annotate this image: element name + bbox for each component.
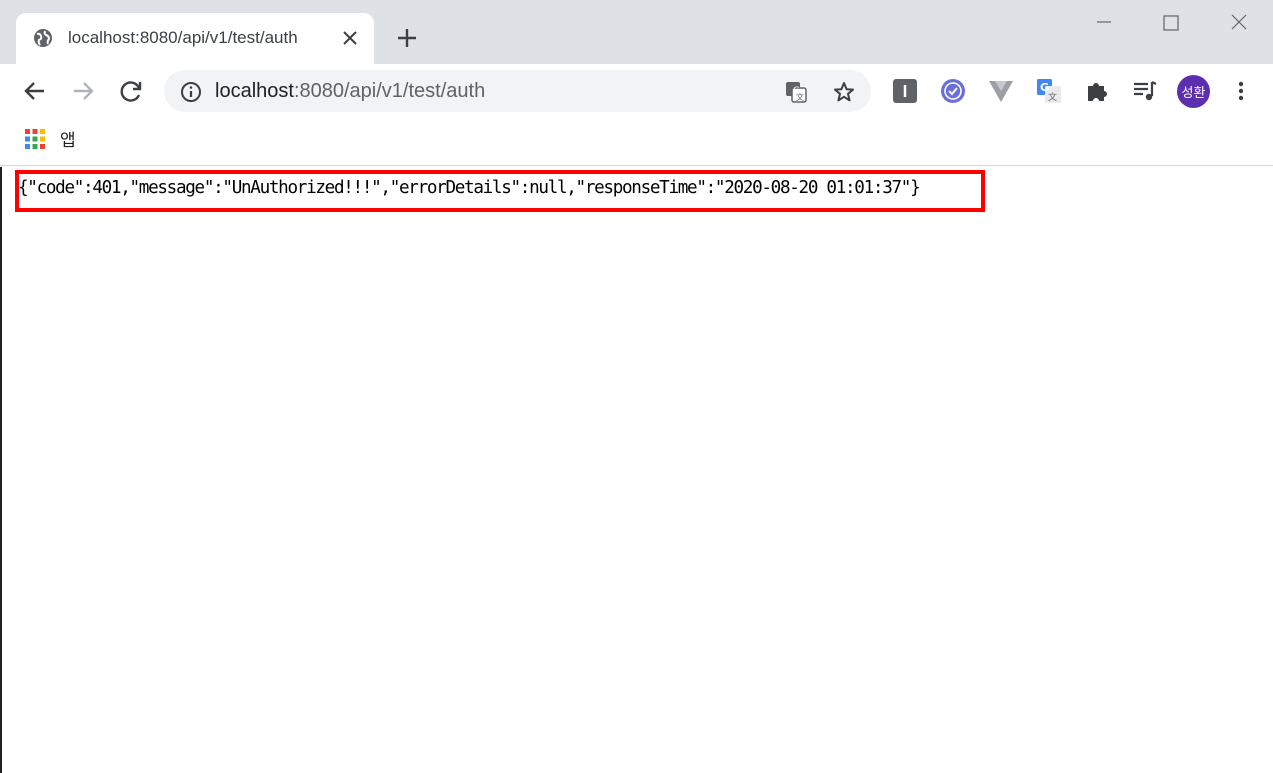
profile-avatar[interactable]: 성환 [1177, 75, 1210, 108]
info-icon[interactable] [180, 81, 202, 103]
puzzle-icon[interactable] [1084, 78, 1110, 104]
active-tab[interactable]: localhost:8080/api/v1/test/auth [16, 13, 374, 64]
browser-toolbar: localhost:8080/api/v1/test/auth G 文 G 文 [0, 64, 1273, 120]
maximize-icon[interactable] [1156, 8, 1186, 38]
apps-bookmark-label[interactable]: 앱 [60, 126, 76, 151]
red-highlight-box [15, 170, 985, 212]
plus-icon[interactable] [393, 24, 421, 52]
tab-strip: localhost:8080/api/v1/test/auth [0, 0, 1273, 64]
google-translate-icon[interactable]: G 文 [1036, 78, 1062, 104]
window-close-icon[interactable] [1224, 8, 1254, 38]
reload-icon[interactable] [116, 76, 146, 106]
url-text: localhost:8080/api/v1/test/auth [215, 80, 485, 103]
close-icon[interactable] [340, 28, 360, 48]
forward-arrow-icon[interactable] [68, 76, 98, 106]
back-arrow-icon[interactable] [20, 76, 50, 106]
star-icon[interactable] [832, 80, 856, 104]
vue-devtools-icon[interactable] [988, 78, 1014, 104]
svg-text:文: 文 [1048, 91, 1057, 103]
page-content: {"code":401,"message":"UnAuthorized!!!",… [0, 167, 1273, 773]
address-bar[interactable]: localhost:8080/api/v1/test/auth G 文 [164, 70, 871, 112]
url-path: :8080/api/v1/test/auth [293, 80, 486, 102]
media-queue-icon[interactable] [1132, 78, 1158, 104]
kebab-menu-icon[interactable] [1228, 78, 1254, 104]
bookmarks-bar: 앱 [0, 120, 1273, 166]
translate-icon[interactable]: G 文 [784, 80, 808, 104]
minimize-icon[interactable] [1089, 8, 1119, 38]
apps-grid-icon[interactable] [24, 128, 46, 150]
url-host: localhost [215, 80, 294, 102]
check-extension-icon[interactable] [940, 78, 966, 104]
i-extension-icon[interactable] [892, 78, 918, 104]
globe-icon [34, 29, 52, 47]
tab-title: localhost:8080/api/v1/test/auth [68, 28, 298, 47]
svg-text:文: 文 [796, 92, 804, 102]
